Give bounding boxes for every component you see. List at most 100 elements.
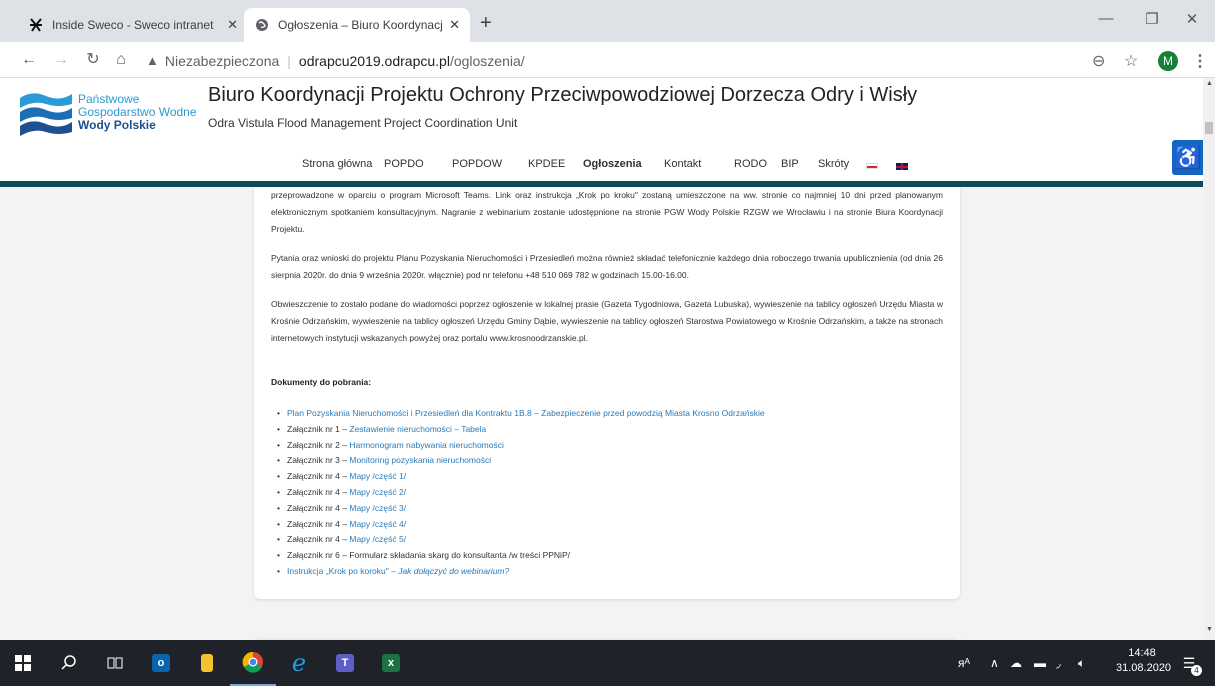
chrome-icon[interactable] (230, 640, 276, 686)
doc-link-plan[interactable]: Plan Pozyskania Nieruchomości i Przesied… (287, 408, 765, 418)
teams-icon[interactable]: T (322, 640, 368, 686)
scrollbar-thumb[interactable] (1205, 122, 1213, 134)
logo-line-3: Wody Polskie (78, 118, 156, 132)
battery-icon[interactable]: ▬ (1034, 640, 1046, 686)
content-text: przeprowadzone w oparciu o program Micro… (271, 187, 943, 359)
doc-link-zestawienie[interactable]: Zestawienie nieruchomości – Tabela (349, 424, 486, 434)
doc-text-formularz: Załącznik nr 6 – Formularz składania ska… (287, 550, 570, 561)
profile-avatar[interactable]: M (1158, 51, 1178, 71)
list-item: Załącznik nr 6 – Formularz składania ska… (277, 548, 927, 564)
back-arrow-icon[interactable]: ← (18, 50, 40, 70)
main-navigation: Strona główna POPDO POPDOW KPDEE Ogłosze… (0, 158, 1203, 178)
nav-bip[interactable]: BIP (781, 158, 799, 170)
tab-sweco-intranet[interactable]: Inside Sweco - Sweco intranet ✕ (18, 8, 248, 42)
list-item: Instrukcja „Krok po koroku" – Jak dołącz… (277, 564, 927, 580)
list-item: Załącznik nr 1 – Zestawienie nieruchomoś… (277, 422, 927, 438)
list-item: Załącznik nr 4 – Mapy /część 2/ (277, 485, 927, 501)
paragraph-phone: Pytania oraz wnioski do projektu Planu P… (271, 253, 943, 280)
paragraph-teams: przeprowadzone w oparciu o program Micro… (271, 190, 943, 234)
address-separator: | (287, 52, 291, 69)
clock-date: 31.08.2020 (1116, 662, 1172, 674)
nav-strona-glowna[interactable]: Strona główna (302, 158, 372, 170)
page-scrollbar[interactable]: ▲ ▼ (1203, 78, 1215, 640)
site-title: Biuro Koordynacji Projektu Ochrony Przec… (208, 84, 918, 106)
warning-icon: ▲ (146, 53, 159, 68)
taskbar-clock[interactable]: 14:48 31.08.2020 (1116, 646, 1172, 676)
sweco-favicon-icon (28, 17, 44, 33)
list-item: Załącznik nr 3 – Monitoring pozyskania n… (277, 453, 927, 469)
close-tab-icon[interactable]: ✕ (449, 17, 460, 33)
doc-link-mapy-4[interactable]: Mapy /część 4/ (349, 519, 406, 529)
list-item: Załącznik nr 4 – Mapy /część 5/ (277, 532, 927, 548)
onedrive-icon[interactable]: ☁ (1010, 640, 1022, 686)
doc-link-webinarium[interactable]: Jak dołączyć do webinarium? (398, 566, 509, 576)
address-path: /ogloszenia/ (449, 52, 525, 69)
doc-link-harmonogram[interactable]: Harmonogram nabywania nieruchomości (349, 440, 504, 450)
close-tab-icon[interactable]: ✕ (227, 17, 238, 33)
nav-rodo[interactable]: RODO (734, 158, 767, 170)
list-item: Załącznik nr 4 – Mapy /część 1/ (277, 469, 927, 485)
content-card: przeprowadzone w oparciu o program Micro… (254, 187, 960, 599)
kebab-menu-icon[interactable]: ⋮ (1192, 51, 1208, 71)
tab-title: Ogłoszenia – Biuro Koordynacji P (278, 18, 444, 32)
uk-flag-icon[interactable] (896, 163, 908, 170)
list-item: Załącznik nr 4 – Mapy /część 4/ (277, 517, 927, 533)
scroll-down-icon[interactable]: ▼ (1206, 626, 1213, 633)
notification-count-badge: 4 (1191, 665, 1202, 676)
doc-link-mapy-3[interactable]: Mapy /część 3/ (349, 503, 406, 513)
nav-kpdee[interactable]: KPDEE (528, 158, 565, 170)
search-icon[interactable] (46, 640, 92, 686)
logo-text: Państwowe Gospodarstwo Wodne Wody Polski… (78, 93, 197, 132)
forward-arrow-icon[interactable]: → (50, 50, 72, 70)
notification-center-icon[interactable]: ☰ 4 (1178, 652, 1202, 676)
list-item: Załącznik nr 2 – Harmonogram nabywania n… (277, 438, 927, 454)
close-window-button[interactable]: ✕ (1169, 10, 1215, 28)
reload-icon[interactable]: ↻ (82, 50, 104, 70)
documents-heading: Dokumenty do pobrania: (271, 377, 372, 387)
doc-link-monitoring[interactable]: Monitoring pozyskania nieruchomości (349, 455, 491, 465)
tab-title: Inside Sweco - Sweco intranet (52, 18, 214, 32)
list-item: Plan Pozyskania Nieruchomości i Przesied… (277, 406, 927, 422)
doc-link-instrukcja[interactable]: Instrukcja „Krok po koroku" – (287, 566, 398, 576)
tab-ogloszenia[interactable]: Ogłoszenia – Biuro Koordynacji P ✕ (244, 8, 470, 42)
people-icon[interactable]: ᴙᴬ (958, 640, 970, 686)
doc-link-mapy-5[interactable]: Mapy /część 5/ (349, 534, 406, 544)
nav-popdow[interactable]: POPDOW (452, 158, 502, 170)
windows-start-icon[interactable] (0, 640, 46, 686)
file-explorer-icon[interactable] (184, 640, 230, 686)
list-item: Załącznik nr 4 – Mapy /część 3/ (277, 501, 927, 517)
outlook-icon[interactable]: o (138, 640, 184, 686)
show-hidden-icons-icon[interactable]: ∧ (990, 640, 999, 686)
home-icon[interactable]: ⌂ (110, 50, 132, 70)
wifi-icon[interactable]: ◞ (1056, 640, 1061, 686)
browser-toolbar: ← → ↻ ⌂ ▲ Niezabezpieczona | odrapcu2019… (0, 42, 1215, 78)
polish-flag-icon[interactable] (866, 163, 878, 169)
accessibility-icon[interactable]: ♿ (1172, 140, 1204, 175)
globe-icon (254, 17, 270, 33)
nav-kontakt[interactable]: Kontakt (664, 158, 701, 170)
documents-list: Plan Pozyskania Nieruchomości i Przesied… (277, 406, 927, 580)
nav-ogloszenia[interactable]: Ogłoszenia (583, 158, 642, 170)
nav-skroty[interactable]: Skróty (818, 158, 849, 170)
windows-taskbar: o e T x ᴙᴬ ∧ ☁ ▬ ◞ 🔈︎ 14:48 31.08.2020 ☰… (0, 640, 1215, 686)
minimize-button[interactable]: — (1083, 10, 1129, 27)
address-host: odrapcu2019.odrapcu.pl (298, 52, 450, 69)
internet-explorer-icon[interactable]: e (276, 640, 322, 686)
doc-link-mapy-2[interactable]: Mapy /część 2/ (349, 487, 406, 497)
logo-waves-icon (20, 93, 72, 136)
web-page: Państwowe Gospodarstwo Wodne Wody Polski… (0, 78, 1215, 640)
volume-icon[interactable]: 🔈︎ (1078, 640, 1085, 686)
excel-icon[interactable]: x (368, 640, 414, 686)
star-icon[interactable]: ☆ (1124, 51, 1138, 71)
site-subtitle: Odra Vistula Flood Management Project Co… (208, 116, 518, 130)
new-tab-button[interactable]: + (480, 13, 492, 33)
site-header: Państwowe Gospodarstwo Wodne Wody Polski… (0, 78, 1203, 181)
scroll-up-icon[interactable]: ▲ (1206, 80, 1213, 87)
doc-link-mapy-1[interactable]: Mapy /część 1/ (349, 471, 406, 481)
address-bar[interactable]: ▲ Niezabezpieczona | odrapcu2019.odrapcu… (142, 47, 1080, 74)
task-view-icon[interactable] (92, 640, 138, 686)
insecure-label: Niezabezpieczona (164, 52, 280, 69)
paragraph-announcement: Obwieszczenie to zostało podane do wiado… (271, 299, 943, 343)
nav-popdo[interactable]: POPDO (384, 158, 424, 170)
zoom-icon[interactable]: ⊖ (1092, 51, 1105, 71)
